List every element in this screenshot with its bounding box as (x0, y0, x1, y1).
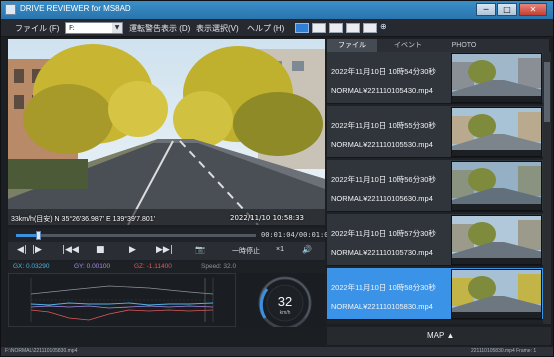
street-scene-image (8, 39, 325, 225)
playback-controls: ◀| |▶ |◀◀ ■ ▶ ▶▶| 📷 一時停止 ×1 🔊 (8, 242, 325, 260)
file-list-item[interactable]: 2022年11月10日 10時56分30秒 NORMAL¥221110105630… (327, 160, 543, 212)
title-bar: DRIVE REVIEWER for MS8AD ─ □ ✕ (1, 1, 553, 19)
zoom-icon[interactable]: ⊕ (380, 22, 387, 31)
file-list-item[interactable]: 2022年11月10日 10時57分30秒 NORMAL¥221110105730… (327, 214, 543, 266)
layout-split-icon[interactable] (329, 23, 343, 33)
file-datetime: 2022年11月10日 10時55分30秒 (331, 121, 436, 130)
tab-file[interactable]: ファイル (327, 39, 377, 52)
drive-select-value: F: (69, 24, 75, 32)
camera-icon[interactable]: 📷 (195, 245, 205, 254)
pause-button[interactable]: 一時停止 (232, 246, 260, 256)
file-name: NORMAL¥221110105630.mp4 (331, 194, 433, 203)
seek-track[interactable] (16, 231, 256, 240)
speed-button[interactable]: ×1 (276, 246, 284, 253)
file-name: NORMAL¥221110105830.mp4 (331, 302, 433, 311)
layout-pip-icon[interactable] (363, 23, 377, 33)
close-button[interactable]: ✕ (519, 3, 547, 16)
file-list-item[interactable]: 2022年11月10日 10時55分30秒 NORMAL¥221110105530… (327, 106, 543, 158)
volume-icon[interactable]: 🔊 (302, 245, 312, 254)
speedometer: 32 km/h (237, 273, 325, 330)
tab-photo[interactable]: PHOTO (439, 39, 489, 52)
chevron-down-icon: ▼ (112, 23, 122, 33)
tab-event[interactable]: イベント (383, 39, 433, 52)
file-list: 2022年11月10日 10時54分30秒 NORMAL¥221110105430… (327, 52, 543, 324)
video-thumbnail (451, 161, 542, 211)
menu-display-select[interactable]: 表示選択(V) (196, 23, 239, 34)
layout-quad-icon[interactable] (295, 23, 309, 33)
video-thumbnail (451, 215, 542, 265)
file-datetime: 2022年11月10日 10時57分30秒 (331, 229, 436, 238)
file-datetime: 2022年11月10日 10時58分30秒 (331, 283, 436, 292)
gz-value: GZ: -1.11400 (134, 263, 172, 270)
gx-value: GX: 0.03290 (13, 263, 50, 270)
file-name: NORMAL¥221110105430.mp4 (331, 86, 433, 95)
status-file-path: F:\NORMAL\221110105830.mp4 (5, 348, 78, 354)
menu-bar: ファイル (F) F: ▼ 運転警告表示 (D) 表示選択(V) ヘルプ (H)… (1, 19, 553, 37)
map-button-label: MAP (427, 331, 445, 340)
g-sensor-plot (30, 278, 214, 322)
video-overlay-info: 33km/h(目安) N 35°26'36.987' E 139°39'7.80… (11, 216, 156, 223)
file-list-scrollbar[interactable] (543, 52, 551, 324)
drive-select[interactable]: F: ▼ (65, 22, 123, 34)
right-panel-tabs: ファイル イベント PHOTO (327, 39, 549, 52)
menu-warning-display[interactable]: 運転警告表示 (D) (129, 23, 190, 34)
app-window: DRIVE REVIEWER for MS8AD ─ □ ✕ ファイル (F) … (0, 0, 554, 357)
maximize-button[interactable]: □ (497, 3, 517, 16)
frame-back-button[interactable]: ◀| (17, 245, 27, 255)
seek-bar[interactable]: 00:01:04/00:01:01 (8, 228, 333, 242)
chevron-up-icon: ▲ (446, 331, 455, 340)
layout-single-icon[interactable] (312, 23, 326, 33)
file-datetime: 2022年11月10日 10時56分30秒 (331, 175, 436, 184)
video-overlay-time: 2022/11/10 10:58:33 (230, 214, 305, 222)
gauge-speed-value: 32 (278, 294, 292, 309)
menu-help[interactable]: ヘルプ (H) (247, 23, 284, 34)
file-list-item[interactable]: 2022年11月10日 10時54分30秒 NORMAL¥221110105430… (327, 52, 543, 104)
status-bar: F:\NORMAL\221110105830.mp4 221110105830.… (1, 347, 553, 356)
play-button[interactable]: ▶ (129, 245, 136, 255)
map-bar: MAP ▲ (327, 327, 551, 345)
gauge-unit: km/h (280, 310, 291, 316)
file-name: NORMAL¥221110105730.mp4 (331, 248, 433, 257)
speed-value: Speed: 32.0 (201, 263, 237, 270)
stop-button[interactable]: ■ (96, 245, 105, 255)
video-thumbnail (451, 269, 542, 319)
video-thumbnail (451, 53, 542, 103)
gy-value: GY: 0.00100 (74, 263, 111, 270)
skip-back-button[interactable]: |◀◀ (62, 245, 79, 255)
seek-handle[interactable] (35, 231, 41, 240)
frame-forward-button[interactable]: |▶ (32, 245, 42, 255)
skip-forward-button[interactable]: ▶▶| (156, 245, 173, 255)
speed-gauge: 32 km/h (258, 276, 312, 330)
map-button[interactable]: MAP ▲ (427, 331, 454, 340)
sensor-values: GX: 0.03290 GY: 0.00100 GZ: -1.11400 Spe… (8, 262, 325, 273)
file-datetime: 2022年11月10日 10時54分30秒 (331, 67, 436, 76)
status-frame: 221110105830.mp4 Frame: 1 (471, 348, 537, 354)
file-list-item[interactable]: 2022年11月10日 10時58分30秒 NORMAL¥221110105830… (327, 268, 543, 320)
g-sensor-graph[interactable] (8, 273, 236, 327)
window-title: DRIVE REVIEWER for MS8AD (20, 4, 131, 13)
video-frame (8, 39, 325, 225)
seek-progress (16, 234, 38, 237)
video-thumbnail (451, 107, 542, 157)
file-name: NORMAL¥221110105530.mp4 (331, 140, 433, 149)
playback-time: 00:01:04/00:01:01 (261, 231, 333, 239)
layout-wide-icon[interactable] (346, 23, 360, 33)
menu-file[interactable]: ファイル (F) (15, 23, 59, 34)
scrollbar-thumb[interactable] (544, 62, 550, 122)
app-icon (5, 4, 16, 15)
minimize-button[interactable]: ─ (476, 3, 496, 16)
